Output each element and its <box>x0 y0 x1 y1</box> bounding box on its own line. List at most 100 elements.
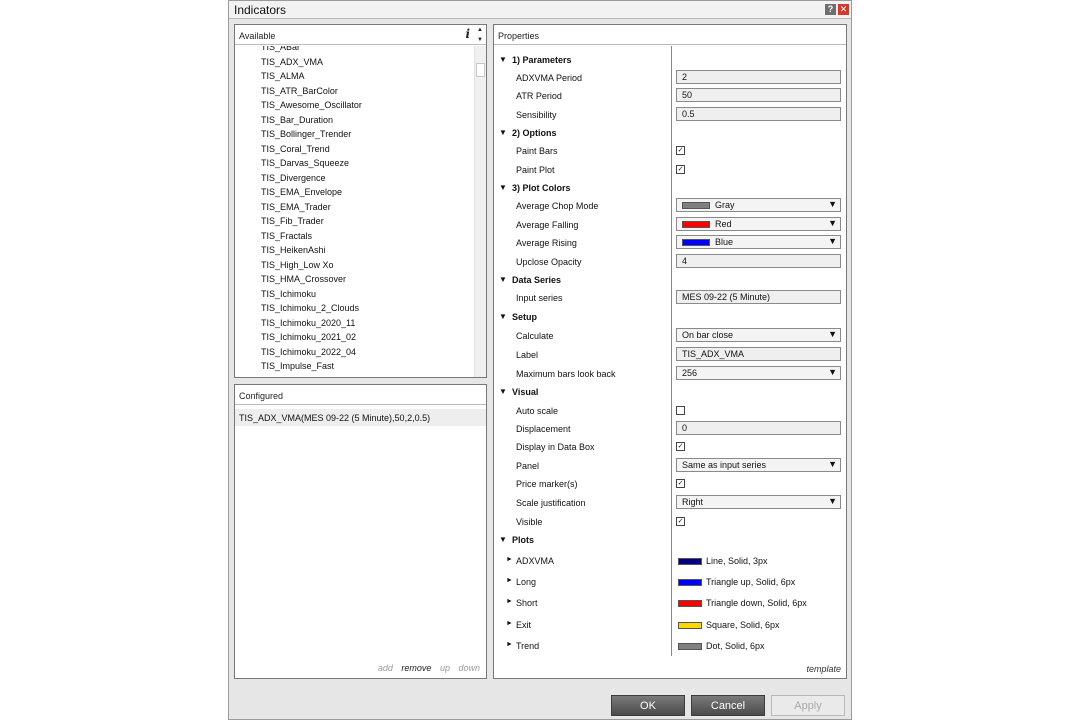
calculate-select[interactable]: On bar close ▼ <box>676 328 841 342</box>
scrollbar-thumb[interactable] <box>476 63 485 77</box>
available-item[interactable]: TIS_Ichimoku_2021_02 <box>261 330 362 345</box>
info-icon[interactable]: i <box>465 27 470 41</box>
available-item[interactable]: TIS_Fractals <box>261 229 362 244</box>
properties-header: Properties <box>494 25 846 45</box>
average-chop-mode-select[interactable]: Gray ▼ <box>676 198 841 212</box>
collapse-caret-icon[interactable]: ▼ <box>499 55 507 64</box>
collapse-caret-icon[interactable]: ▼ <box>499 183 507 192</box>
available-scrollbar[interactable] <box>474 46 486 377</box>
average-rising-select[interactable]: Blue ▼ <box>676 235 841 249</box>
plot-style-text: Triangle up, Solid, 6px <box>706 577 796 588</box>
average-falling-select[interactable]: Red ▼ <box>676 217 841 231</box>
max-bars-look-back-select[interactable]: 256 ▼ <box>676 366 841 380</box>
collapse-caret-icon[interactable]: ▼ <box>499 128 507 137</box>
section-label: 2) Options <box>512 128 557 138</box>
available-item[interactable]: TIS_EMA_Envelope <box>261 185 362 200</box>
upclose-opacity-input[interactable]: 4 <box>676 254 841 268</box>
section-label: 1) Parameters <box>512 55 572 65</box>
expand-caret-icon[interactable]: ► <box>506 577 513 584</box>
color-swatch <box>678 642 702 650</box>
title-bar: Indicators ? ✕ <box>229 1 851 19</box>
panel-select[interactable]: Same as input series ▼ <box>676 458 841 472</box>
template-link[interactable]: template <box>806 664 841 674</box>
available-item[interactable]: TIS_ADX_VMA <box>261 55 362 70</box>
configured-panel: Configured TIS_ADX_VMA(MES 09-22 (5 Minu… <box>234 384 487 679</box>
close-icon[interactable]: ✕ <box>838 4 849 15</box>
configured-item[interactable]: TIS_ADX_VMA(MES 09-22 (5 Minute),50,2,0.… <box>235 409 486 426</box>
available-item[interactable]: TIS_Ichimoku_2020_11 <box>261 316 362 331</box>
available-item[interactable]: TIS_HeikenAshi <box>261 243 362 258</box>
available-item[interactable]: TIS_Ichimoku <box>261 287 362 302</box>
ok-button[interactable]: OK <box>611 695 685 716</box>
expand-caret-icon[interactable]: ► <box>506 620 513 627</box>
select-value: 256 <box>682 368 698 378</box>
sensibility-input[interactable]: 0.5 <box>676 107 841 121</box>
display-in-data-box-checkbox[interactable]: ✓ <box>676 442 685 451</box>
available-item[interactable]: TIS_HMA_Crossover <box>261 272 362 287</box>
apply-button[interactable]: Apply <box>771 695 845 716</box>
scale-justification-select[interactable]: Right ▼ <box>676 495 841 509</box>
input-series-field[interactable]: MES 09-22 (5 Minute) <box>676 290 841 304</box>
available-panel: Available i ▲ ▼ TIS_ABar TIS_ADX_VMA TIS_A… <box>234 24 487 378</box>
available-item[interactable]: TIS_ABar <box>261 46 362 55</box>
adxvma-period-input[interactable]: 2 <box>676 70 841 84</box>
plot-style[interactable]: Dot, Solid, 6px <box>678 641 765 651</box>
available-item[interactable]: TIS_High_Low Xo <box>261 258 362 273</box>
plot-style[interactable]: Triangle down, Solid, 6px <box>678 598 807 608</box>
label-input[interactable]: TIS_ADX_VMA <box>676 347 841 361</box>
collapse-caret-icon[interactable]: ▼ <box>499 387 507 396</box>
field-label: Paint Bars <box>516 146 558 156</box>
expand-caret-icon[interactable]: ► <box>506 598 513 605</box>
select-value: Gray <box>715 200 735 210</box>
collapse-caret-icon[interactable]: ▼ <box>499 535 507 544</box>
cancel-button[interactable]: Cancel <box>691 695 765 716</box>
collapse-caret-icon[interactable]: ▼ <box>499 312 507 321</box>
plot-style[interactable]: Triangle up, Solid, 6px <box>678 577 795 587</box>
field-label: ADXVMA Period <box>516 73 583 83</box>
available-item[interactable]: TIS_Fib_Trader <box>261 214 362 229</box>
field-label: Input series <box>516 293 563 303</box>
available-item[interactable]: TIS_Ichimoku_2_Clouds <box>261 301 362 316</box>
window-title: Indicators <box>234 3 287 17</box>
available-item[interactable]: TIS_Ichimoku_2022_04 <box>261 345 362 360</box>
displacement-input[interactable]: 0 <box>676 421 841 435</box>
available-item[interactable]: TIS_ATR_BarColor <box>261 84 362 99</box>
available-item[interactable]: TIS_Bollinger_Trender <box>261 127 362 142</box>
up-link[interactable]: up <box>440 663 450 673</box>
down-link[interactable]: down <box>458 663 480 673</box>
available-item[interactable]: TIS_Awesome_Oscillator <box>261 98 362 113</box>
field-label: Paint Plot <box>516 165 555 175</box>
section-label: Visual <box>512 387 539 397</box>
collapse-caret-icon[interactable]: ▼ <box>499 275 507 284</box>
available-item[interactable]: TIS_Bar_Duration <box>261 113 362 128</box>
paint-bars-checkbox[interactable]: ✓ <box>676 146 685 155</box>
plot-style[interactable]: Line, Solid, 3px <box>678 556 768 566</box>
add-link[interactable]: add <box>378 663 393 673</box>
chevron-down-icon: ▼ <box>828 496 837 506</box>
expand-caret-icon[interactable]: ► <box>506 556 513 563</box>
plot-style[interactable]: Square, Solid, 6px <box>678 620 780 630</box>
select-value: Same as input series <box>682 460 767 470</box>
available-item[interactable]: TIS_Coral_Trend <box>261 142 362 157</box>
available-item[interactable]: TIS_Divergence <box>261 171 362 186</box>
chevron-down-icon: ▼ <box>828 218 837 228</box>
plot-style-text: Dot, Solid, 6px <box>706 640 765 651</box>
remove-link[interactable]: remove <box>401 663 431 673</box>
available-item[interactable]: TIS_Impulse_Fast <box>261 359 362 374</box>
section-label: Plots <box>512 535 535 545</box>
scroll-down-icon[interactable]: ▼ <box>477 37 483 43</box>
available-item[interactable]: TIS_Darvas_Squeeze <box>261 156 362 171</box>
atr-period-input[interactable]: 50 <box>676 88 841 102</box>
available-item[interactable]: TIS_EMA_Trader <box>261 200 362 215</box>
paint-plot-checkbox[interactable]: ✓ <box>676 165 685 174</box>
expand-caret-icon[interactable]: ► <box>506 641 513 648</box>
scroll-up-icon[interactable]: ▲ <box>477 27 483 33</box>
help-icon[interactable]: ? <box>825 4 836 15</box>
available-item[interactable]: TIS_ALMA <box>261 69 362 84</box>
price-markers-checkbox[interactable]: ✓ <box>676 479 685 488</box>
indicators-dialog: Indicators ? ✕ Available i ▲ ▼ TIS_ABar T… <box>228 0 852 720</box>
visible-checkbox[interactable]: ✓ <box>676 517 685 526</box>
field-label: Price marker(s) <box>516 479 578 489</box>
select-value: Right <box>682 497 704 507</box>
auto-scale-checkbox[interactable] <box>676 406 685 415</box>
